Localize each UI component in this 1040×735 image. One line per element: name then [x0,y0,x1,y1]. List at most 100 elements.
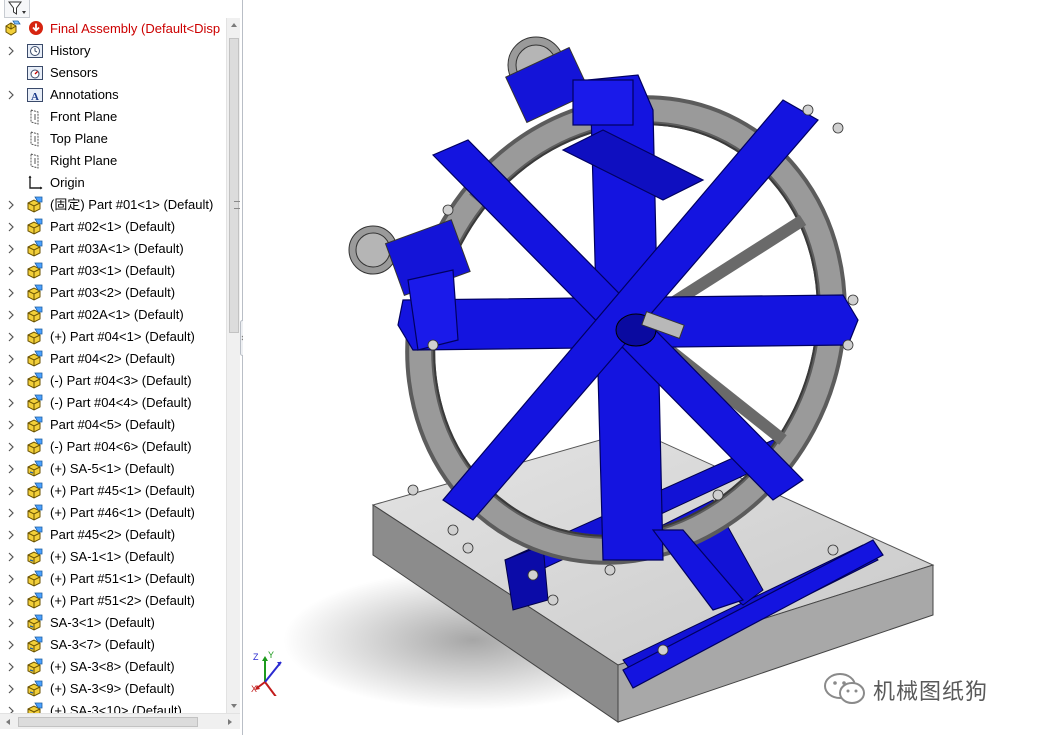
expand-arrow-icon[interactable] [7,222,15,232]
expand-arrow-icon[interactable] [7,46,15,56]
tree-item-label: Front Plane [50,109,118,124]
axis-triad: Y Z X [251,648,293,700]
triad-x-label: X [251,684,258,694]
history-icon [26,42,44,60]
graphics-viewport[interactable]: Y Z X 机械图纸狗 [243,0,1040,735]
expand-arrow-icon[interactable] [7,398,15,408]
expand-arrow-icon[interactable] [7,90,15,100]
tree-item[interactable]: (+) Part #51<2> (Default) [0,590,226,612]
expand-arrow-icon[interactable] [7,684,15,694]
tree-item[interactable]: Part #04<5> (Default) [0,414,226,436]
hscroll-thumb[interactable] [18,717,198,727]
tree-item[interactable]: SA-3<7> (Default) [0,634,226,656]
tree-item[interactable]: (+) SA-3<8> (Default) [0,656,226,678]
tree-item-label: (+) SA-3<10> (Default) [50,703,182,713]
expand-arrow-icon[interactable] [7,662,15,672]
tree-item[interactable]: (+) SA-5<1> (Default) [0,458,226,480]
feature-manager-tree: Final Assembly (Default<Disp History Sens… [0,0,243,735]
tree-item[interactable]: Front Plane [0,106,226,128]
tree-root-label: Final Assembly (Default<Disp [50,21,221,36]
scroll-right-arrow[interactable] [224,716,236,728]
expand-arrow-icon[interactable] [7,530,15,540]
expand-arrow-icon[interactable] [7,552,15,562]
tree-item-label: (+) Part #51<1> (Default) [50,571,195,586]
tree-item[interactable]: A Annotations [0,84,226,106]
expand-arrow-icon[interactable] [7,574,15,584]
tree-item[interactable]: Origin [0,172,226,194]
part-icon [26,570,44,588]
tree-item-label: (+) SA-1<1> (Default) [50,549,175,564]
expand-arrow-icon[interactable] [7,376,15,386]
expand-arrow-icon[interactable] [7,706,15,713]
triad-z-label: Z [253,652,259,662]
part-icon [26,328,44,346]
tree-item[interactable]: History [0,40,226,62]
tree-item[interactable]: (-) Part #04<6> (Default) [0,436,226,458]
tree-item[interactable]: Part #02<1> (Default) [0,216,226,238]
expand-arrow-icon[interactable] [7,244,15,254]
part-icon [26,416,44,434]
tree-item-label: Annotations [50,87,119,102]
expand-arrow-icon[interactable] [7,288,15,298]
expand-arrow-icon[interactable] [7,640,15,650]
tree-item[interactable]: (+) SA-1<1> (Default) [0,546,226,568]
scroll-down-arrow[interactable] [227,699,241,713]
tree-item[interactable]: SA-3<1> (Default) [0,612,226,634]
part-icon [26,592,44,610]
expand-arrow-icon[interactable] [7,508,15,518]
tree-toolbar [0,0,240,18]
scroll-thumb[interactable] [229,38,240,333]
tree-item[interactable]: Part #03A<1> (Default) [0,238,226,260]
expand-arrow-icon[interactable] [7,420,15,430]
tree-item[interactable]: Right Plane [0,150,226,172]
part-icon [26,482,44,500]
tree-item[interactable]: Part #04<2> (Default) [0,348,226,370]
tree-item[interactable]: (+) Part #45<1> (Default) [0,480,226,502]
tree-item[interactable]: (-) Part #04<4> (Default) [0,392,226,414]
part-icon [26,240,44,258]
part-icon [26,350,44,368]
tree-item[interactable]: (+) SA-3<10> (Default) [0,700,226,713]
tree-item[interactable]: Part #45<2> (Default) [0,524,226,546]
tree-item-label: (+) Part #51<2> (Default) [50,593,195,608]
tree-item-label: (+) SA-5<1> (Default) [50,461,175,476]
part-icon [26,284,44,302]
tree-item[interactable]: (+) Part #46<1> (Default) [0,502,226,524]
tree-item-label: SA-3<1> (Default) [50,615,155,630]
tree-item-label: (+) SA-3<9> (Default) [50,681,175,696]
expand-arrow-icon[interactable] [7,618,15,628]
tree-vertical-scrollbar[interactable] [226,18,240,713]
expand-arrow-icon[interactable] [7,442,15,452]
tree-item-label: (+) Part #45<1> (Default) [50,483,195,498]
tree-item[interactable]: (+) SA-3<9> (Default) [0,678,226,700]
expand-arrow-icon[interactable] [7,266,15,276]
triad-y-label: Y [268,650,275,660]
scroll-left-arrow[interactable] [2,716,14,728]
expand-arrow-icon[interactable] [7,596,15,606]
filter-button[interactable] [4,0,30,18]
tree-horizontal-scrollbar[interactable] [0,713,240,729]
expand-arrow-icon[interactable] [7,354,15,364]
expand-arrow-icon[interactable] [7,464,15,474]
scroll-up-arrow[interactable] [227,18,241,32]
tree-item[interactable]: Part #03<2> (Default) [0,282,226,304]
tree-item[interactable]: Sensors [0,62,226,84]
tree-item[interactable]: (-) Part #04<3> (Default) [0,370,226,392]
expand-arrow-icon[interactable] [7,332,15,342]
tree-item-label: SA-3<7> (Default) [50,637,155,652]
tree-item[interactable]: Part #02A<1> (Default) [0,304,226,326]
tree-item[interactable]: Top Plane [0,128,226,150]
tree-item[interactable]: (+) Part #04<1> (Default) [0,326,226,348]
part-icon [26,526,44,544]
rebuild-error-icon [28,20,44,36]
tree-root-final-assembly[interactable]: Final Assembly (Default<Disp [0,18,226,40]
tree-item[interactable]: Part #03<1> (Default) [0,260,226,282]
expand-arrow-icon[interactable] [7,486,15,496]
part-icon [26,438,44,456]
tree-item[interactable]: (固定) Part #01<1> (Default) [0,194,226,216]
tree-item[interactable]: (+) Part #51<1> (Default) [0,568,226,590]
subassembly-icon [26,658,44,676]
tree-item-label: (-) Part #04<6> (Default) [50,439,192,454]
expand-arrow-icon[interactable] [7,310,15,320]
expand-arrow-icon[interactable] [7,200,15,210]
